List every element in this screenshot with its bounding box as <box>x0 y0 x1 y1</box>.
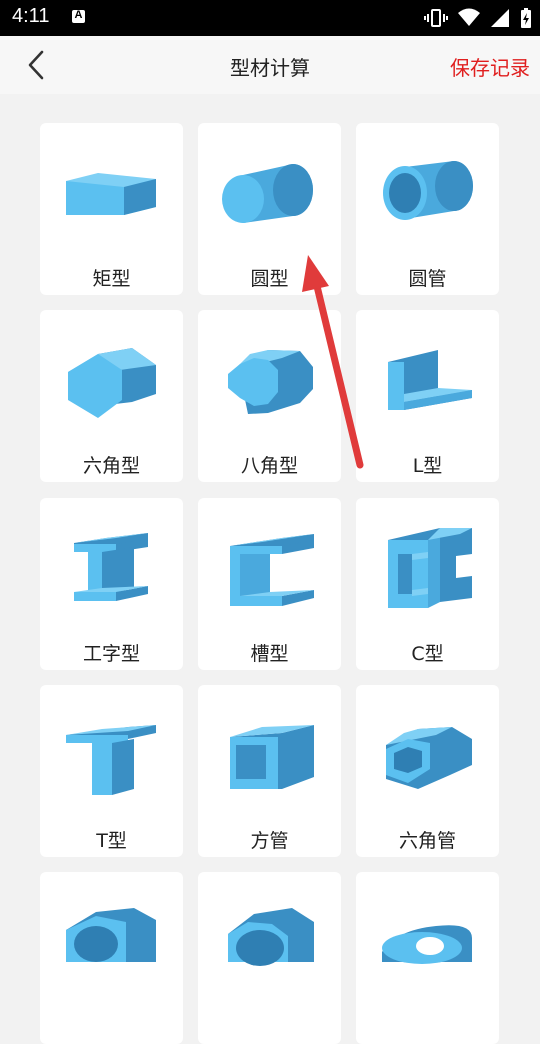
square-tube-icon <box>230 725 314 789</box>
wifi-icon <box>458 8 480 26</box>
card-label: C型 <box>411 643 444 665</box>
card-rectangle[interactable]: 矩型 <box>40 123 183 295</box>
octagon-tube-icon <box>228 908 314 966</box>
card-label: 矩型 <box>92 268 131 290</box>
card-label: 圆型 <box>250 268 289 290</box>
round-bar-icon <box>222 164 313 223</box>
signal-icon <box>491 9 509 27</box>
status-time: 4:11 <box>12 5 50 27</box>
card-partial-2[interactable] <box>198 872 341 1044</box>
status-bar: 4:11 A <box>0 0 540 36</box>
card-round-bar[interactable]: 圆型 <box>198 123 341 295</box>
vibrate-icon <box>424 9 448 27</box>
card-i-beam[interactable]: 工字型 <box>40 498 183 670</box>
card-round-tube[interactable]: 圆管 <box>356 123 499 295</box>
card-octagon[interactable]: 八角型 <box>198 310 341 482</box>
card-label: 圆管 <box>408 268 447 290</box>
card-label: 工字型 <box>82 643 140 665</box>
battery-icon <box>521 8 531 28</box>
card-hexagon[interactable]: 六角型 <box>40 310 183 482</box>
save-records-button[interactable]: 保存记录 <box>450 52 530 81</box>
hexagon-bar-icon <box>68 348 156 418</box>
card-partial-1[interactable] <box>40 872 183 1044</box>
oval-tube-icon <box>382 925 472 964</box>
oval-hex-tube-icon <box>66 908 156 962</box>
rectangle-bar-icon <box>66 173 156 215</box>
card-square-tube[interactable]: 方管 <box>198 685 341 857</box>
card-label: T型 <box>96 830 127 852</box>
status-icons <box>424 6 532 30</box>
notification-icon: A <box>72 9 85 23</box>
card-label: 槽型 <box>250 643 289 665</box>
card-hexagon-tube[interactable]: 六角管 <box>356 685 499 857</box>
channel-icon <box>230 534 314 606</box>
octagon-bar-icon <box>228 350 313 414</box>
c-channel-icon <box>388 528 472 608</box>
card-c-channel[interactable]: C型 <box>356 498 499 670</box>
card-label: L型 <box>412 455 443 477</box>
card-label: 方管 <box>250 830 289 852</box>
card-partial-3[interactable] <box>356 872 499 1044</box>
card-label: 六角管 <box>398 830 456 852</box>
round-tube-icon <box>383 161 473 220</box>
hexagon-tube-icon <box>386 727 472 789</box>
card-t-bar[interactable]: T型 <box>40 685 183 857</box>
card-channel[interactable]: 槽型 <box>198 498 341 670</box>
notification-letter: A <box>74 9 83 21</box>
app-bar: 型材计算 保存记录 <box>0 36 540 94</box>
card-label: 八角型 <box>240 455 298 477</box>
card-label: 六角型 <box>82 455 140 477</box>
l-angle-icon <box>388 350 472 410</box>
i-beam-icon <box>74 533 148 601</box>
t-bar-icon <box>66 725 156 795</box>
card-l-angle[interactable]: L型 <box>356 310 499 482</box>
